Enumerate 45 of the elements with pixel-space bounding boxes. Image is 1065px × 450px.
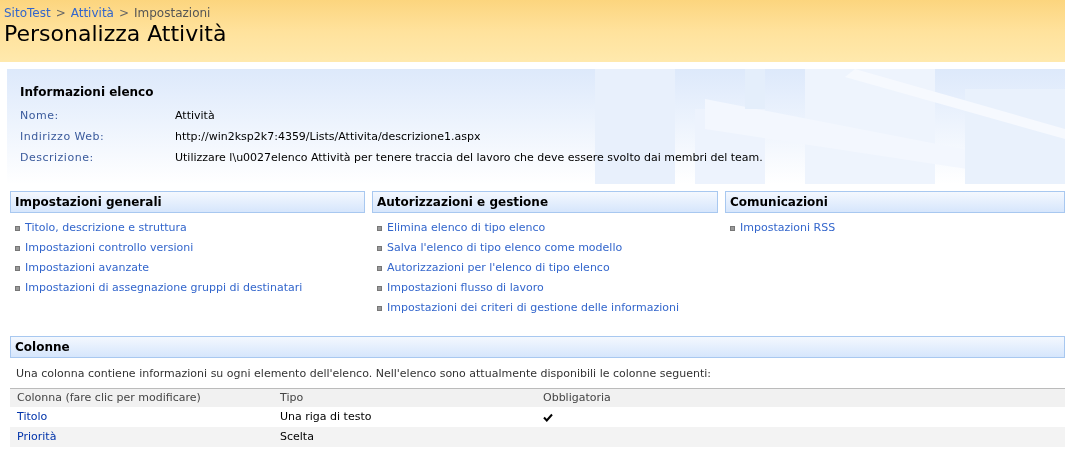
settings-link[interactable]: Impostazioni RSS <box>740 221 836 241</box>
bullet-icon <box>15 286 20 291</box>
page-title: Personalizza Attività <box>4 20 228 48</box>
section-header: Autorizzazioni e gestione <box>372 191 718 213</box>
field-value: Attività <box>175 108 215 125</box>
breadcrumb-current: Impostazioni <box>134 6 211 20</box>
table-cell-text: Scelta <box>280 428 315 445</box>
settings-link[interactable]: Titolo, descrizione e struttura <box>25 221 187 241</box>
column-header: Tipo <box>280 389 305 406</box>
breadcrumb-separator: > <box>118 6 129 20</box>
field-label: Descrizione: <box>20 150 95 167</box>
column-link[interactable]: Priorità <box>17 428 280 446</box>
settings-link[interactable]: Impostazioni controllo versioni <box>25 241 194 261</box>
settings-link[interactable]: Impostazioni avanzate <box>25 261 150 281</box>
section-header: Comunicazioni <box>725 191 1065 213</box>
bullet-icon <box>377 226 382 231</box>
section-title: Informazioni elenco <box>20 84 155 101</box>
settings-link[interactable]: Impostazioni di assegnazione gruppi di destinatari <box>25 281 303 301</box>
section-description: Una colonna contiene informazioni su ogni elemento dell'elenco. Nell'elenco sono attualmente disponibili le colonne seguenti: <box>15 366 712 382</box>
settings-link[interactable]: Autorizzazioni per l'elenco di tipo elenco <box>387 261 610 281</box>
bullet-icon <box>377 286 382 291</box>
bullet-icon <box>377 266 382 271</box>
field-value: http://win2ksp2k7:4359/Lists/Attivita/descrizione1.aspx <box>175 129 481 146</box>
settings-link[interactable]: Elimina elenco di tipo elenco <box>387 221 546 241</box>
bullet-icon <box>377 246 382 251</box>
column-header: Colonna (fare clic per modificare) <box>17 389 202 406</box>
table-cell-text: Una riga di testo <box>280 408 373 425</box>
field-label: Indirizzo Web: <box>20 129 106 146</box>
field-label: Nome: <box>20 108 60 125</box>
breadcrumb-link[interactable]: Attività <box>70 6 114 20</box>
section-header: Impostazioni generali <box>10 191 365 213</box>
breadcrumb-separator: > <box>55 6 66 20</box>
field-value: Utilizzare l\u0027elenco Attività per tenere traccia del lavoro che deve essere svolto dai membri del team. <box>175 150 763 167</box>
settings-link[interactable]: Impostazioni flusso di lavoro <box>387 281 544 301</box>
breadcrumb-link[interactable]: SitoTest <box>4 6 51 20</box>
bullet-icon <box>15 266 20 271</box>
column-header: Obbligatoria <box>543 389 611 406</box>
section-header: Colonne <box>10 336 1065 358</box>
bullet-icon <box>377 306 382 311</box>
settings-link[interactable]: Salva l'elenco di tipo elenco come modello <box>387 241 623 261</box>
bullet-icon <box>730 226 735 231</box>
bullet-icon <box>15 246 20 251</box>
column-link[interactable]: Titolo <box>17 408 280 426</box>
bullet-icon <box>15 226 20 231</box>
settings-link[interactable]: Impostazioni dei criteri di gestione delle informazioni <box>387 301 680 321</box>
